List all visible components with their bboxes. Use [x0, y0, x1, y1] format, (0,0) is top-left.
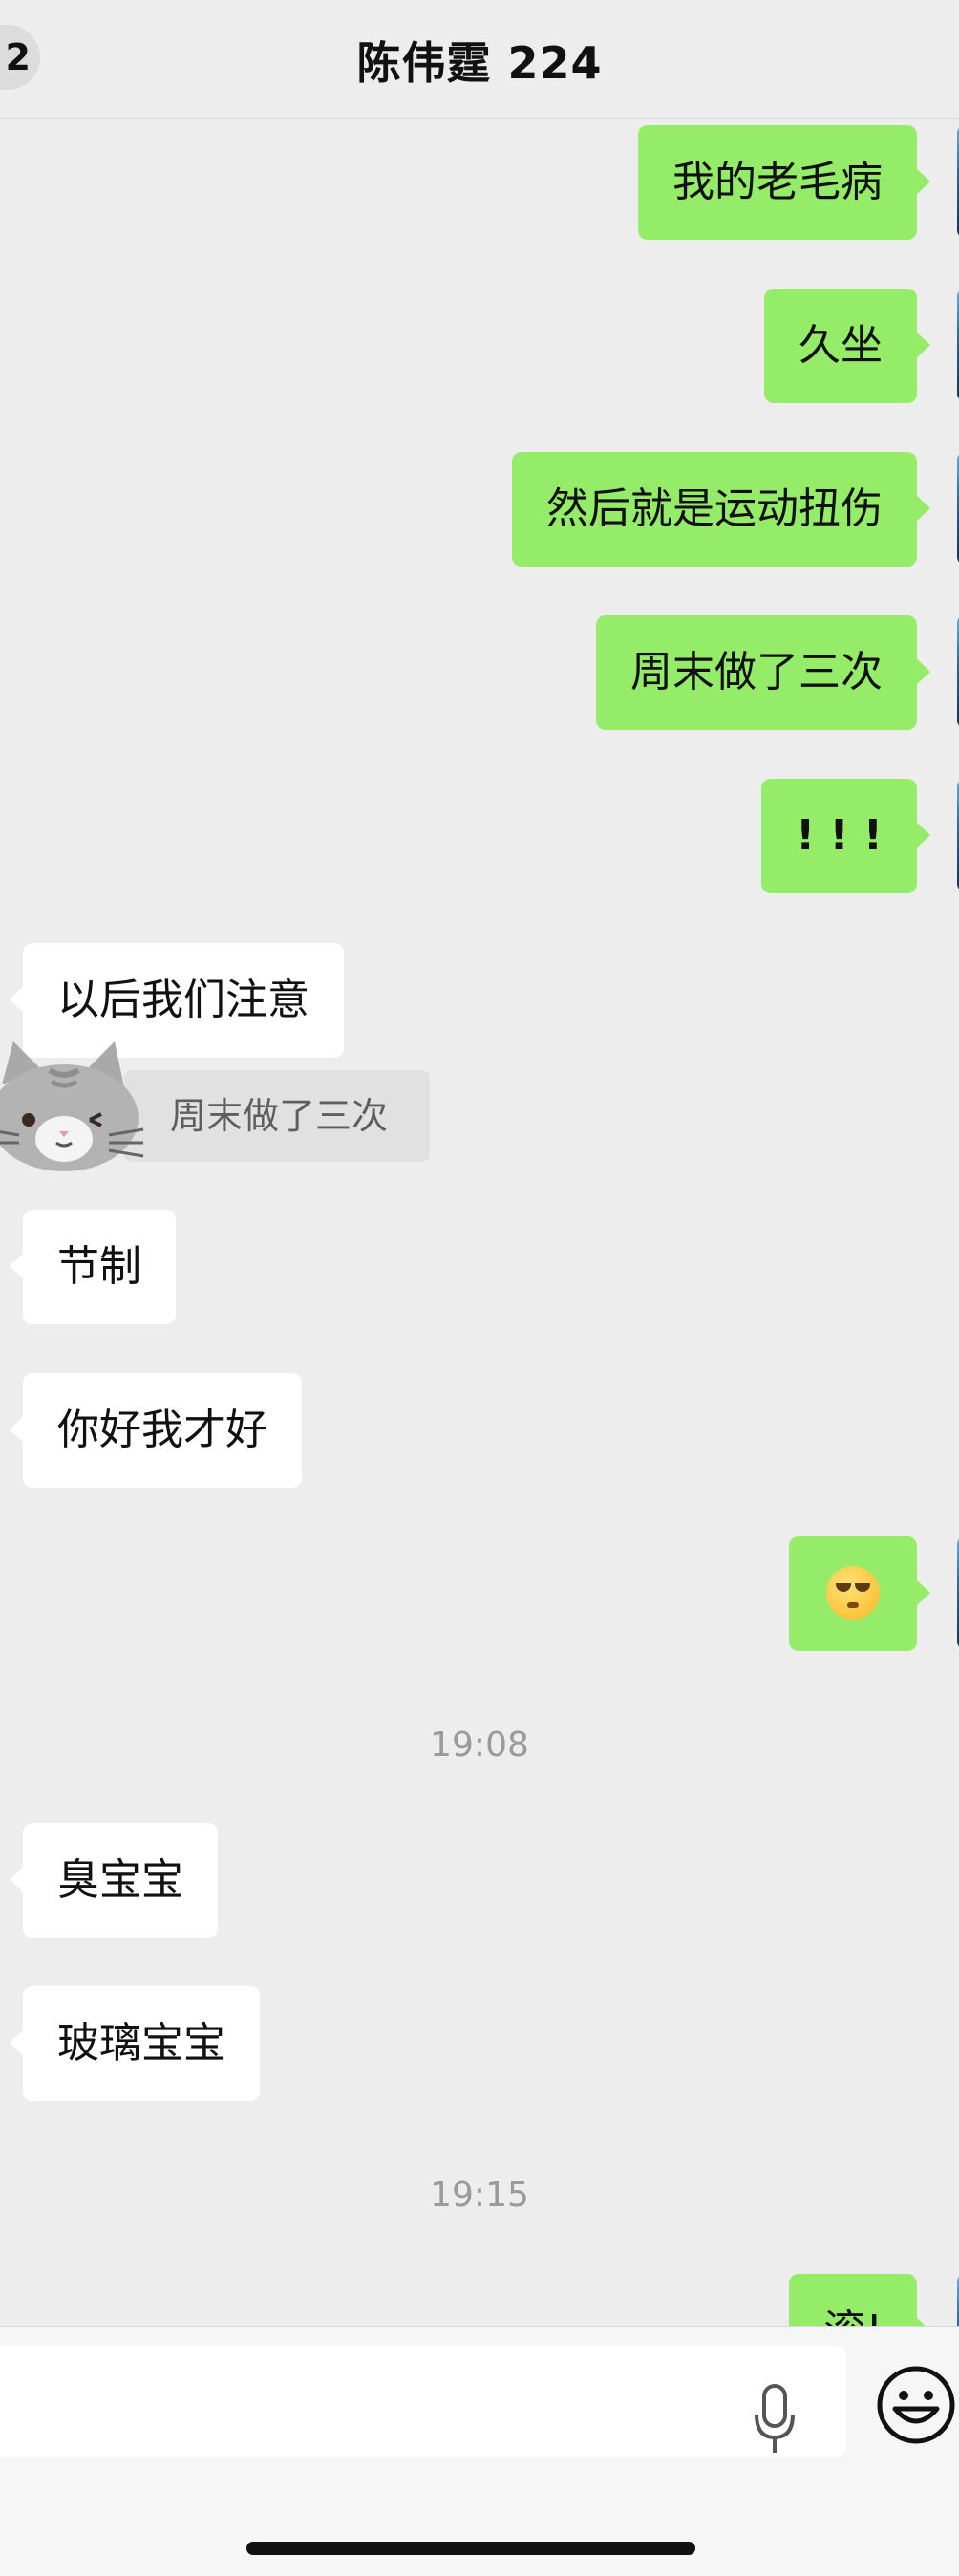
message-input[interactable] [0, 2346, 846, 2457]
message-text: 玻璃宝宝 [57, 2019, 225, 2068]
message-text: 以后我们注意 [57, 976, 309, 1024]
message-incoming[interactable]: 玻璃宝宝 [10, 1986, 260, 2101]
emoji-icon[interactable] [876, 2365, 956, 2445]
message-outgoing[interactable]: 我的老毛病 [638, 125, 930, 240]
message-text: 久坐 [799, 321, 883, 370]
message-text: 周末做了三次 [630, 648, 883, 697]
quoted-text: 周末做了三次 [170, 1095, 389, 1137]
message-outgoing[interactable]: 久坐 [764, 289, 930, 403]
mic-icon[interactable] [751, 2382, 799, 2458]
message-incoming[interactable]: 节制 [10, 1210, 176, 1324]
quoted-message[interactable]: 周末做了三次 [124, 1070, 430, 1162]
cat-sticker-icon [0, 1041, 144, 1171]
message-text: 你好我才好 [57, 1406, 267, 1454]
message-text: 我的老毛病 [672, 158, 883, 206]
message-text: 然后就是运动扭伤 [546, 484, 883, 533]
message-outgoing[interactable]: 周末做了三次 [596, 615, 930, 730]
chat-title: 陈伟霆 224 [356, 37, 603, 89]
message-text: 节制 [57, 1242, 141, 1291]
message-text: 臭宝宝 [57, 1856, 183, 1904]
rolling-eyes-emoji-icon [826, 1566, 880, 1620]
chat-header: 2 陈伟霆 224 [0, 0, 959, 119]
message-outgoing-emoji[interactable] [789, 1536, 930, 1651]
timestamp: 19:08 [430, 1726, 529, 1765]
home-indicator [246, 2542, 695, 2555]
message-outgoing[interactable]: ! ! ! [761, 779, 930, 893]
message-incoming[interactable]: 臭宝宝 [10, 1823, 218, 1938]
input-bar [0, 2326, 959, 2576]
message-text: ! ! ! [796, 811, 883, 860]
timestamp: 19:15 [430, 2176, 529, 2215]
message-outgoing[interactable]: 然后就是运动扭伤 [512, 452, 930, 567]
message-incoming[interactable]: 你好我才好 [10, 1373, 302, 1488]
